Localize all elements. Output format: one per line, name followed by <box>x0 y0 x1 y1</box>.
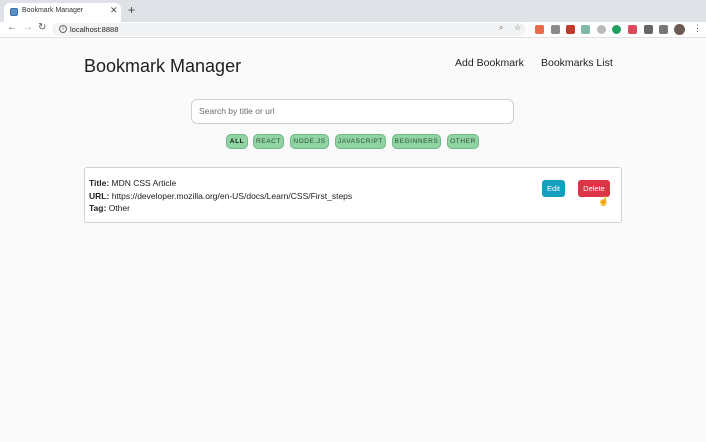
forward-button[interactable]: → <box>23 23 33 33</box>
extension-3-icon[interactable] <box>566 25 575 34</box>
search-box <box>191 99 514 124</box>
delete-button[interactable]: Delete <box>578 180 610 197</box>
bookmark-tag-row: Tag: Other <box>89 203 130 213</box>
profile-avatar[interactable] <box>674 24 685 35</box>
edit-button[interactable]: Edit <box>542 180 565 197</box>
new-tab-button[interactable]: + <box>128 4 135 16</box>
bookmark-card: Title: MDN CSS Article URL: https://deve… <box>84 167 622 223</box>
filter-chip-javascript[interactable]: JAVASCRIPT <box>335 134 386 149</box>
bookmark-tag: Other <box>108 203 130 213</box>
bookmark-url-row: URL: https://developer.mozilla.org/en-US… <box>89 191 352 201</box>
reading-list-icon[interactable] <box>659 25 668 34</box>
tab-title: Bookmark Manager <box>22 7 84 14</box>
filter-chip-react[interactable]: REACT <box>253 134 284 149</box>
zoom-icon[interactable]: ⌕ <box>499 24 503 32</box>
puzzle-icon[interactable] <box>644 25 653 34</box>
extension-6-icon[interactable] <box>612 25 621 34</box>
page-title: Bookmark Manager <box>84 56 242 76</box>
extension-5-icon[interactable] <box>597 25 606 34</box>
browser-tab[interactable]: Bookmark Manager ✕ <box>4 3 121 22</box>
extension-7-icon[interactable] <box>628 25 637 34</box>
search-input[interactable] <box>199 106 504 116</box>
address-bar[interactable]: i localhost:8888 ⌕ ☆ <box>52 23 526 36</box>
bookmark-title-row: Title: MDN CSS Article <box>89 178 176 188</box>
app-favicon-icon <box>10 8 18 16</box>
url-label: URL: <box>89 191 110 201</box>
reload-button[interactable]: ↻ <box>38 23 46 33</box>
tab-strip: Bookmark Manager ✕ + <box>0 0 706 22</box>
filter-chip-beginners[interactable]: BEGINNERS <box>392 134 441 149</box>
bookmark-title: MDN CSS Article <box>111 178 177 188</box>
filter-chip-nodejs[interactable]: NODE.JS <box>290 134 329 149</box>
filter-chip-other[interactable]: OTHER <box>447 134 479 149</box>
info-icon[interactable]: i <box>59 25 67 33</box>
filter-chip-all[interactable]: ALL <box>226 134 248 149</box>
nav-bookmarks-list[interactable]: Bookmarks List <box>541 57 613 69</box>
star-icon[interactable]: ☆ <box>514 24 521 32</box>
address-url: localhost:8888 <box>70 25 119 34</box>
bookmark-url: https://developer.mozilla.org/en-US/docs… <box>111 191 353 201</box>
extension-4-icon[interactable] <box>581 25 590 34</box>
browser-toolbar: ← → ↻ i localhost:8888 ⌕ ☆ ⋮ <box>0 22 706 38</box>
browser-menu-icon[interactable]: ⋮ <box>693 24 702 33</box>
extension-1-icon[interactable] <box>535 25 544 34</box>
close-tab-icon[interactable]: ✕ <box>110 6 118 15</box>
back-button[interactable]: ← <box>7 23 17 33</box>
nav-add-bookmark[interactable]: Add Bookmark <box>455 57 524 69</box>
tag-label: Tag: <box>89 203 107 213</box>
hand-pointer-icon: ☝ <box>598 196 610 206</box>
title-label: Title: <box>89 178 110 188</box>
extension-2-icon[interactable] <box>551 25 560 34</box>
